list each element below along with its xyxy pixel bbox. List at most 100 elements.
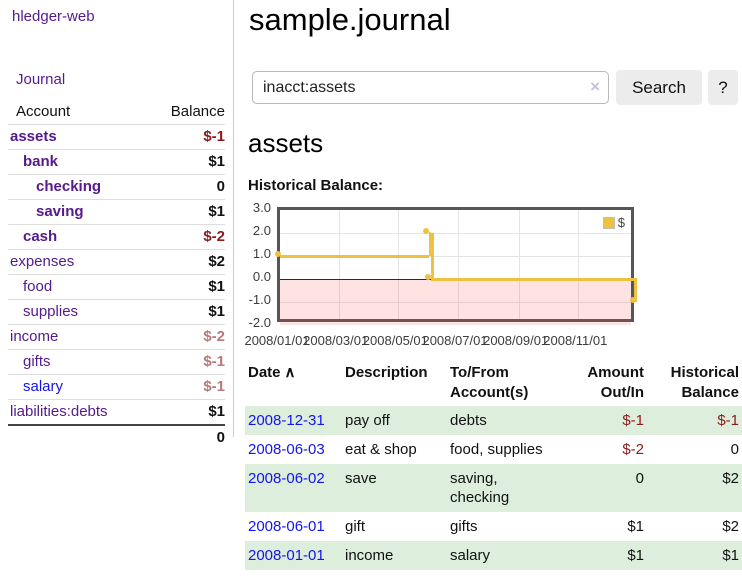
transaction-date-cell: 2008-12-31: [245, 406, 342, 435]
y-axis-tick-label: -1.0: [233, 292, 271, 307]
accounts-header-account: Account: [16, 103, 70, 121]
transaction-date-link[interactable]: 2008-06-01: [248, 518, 325, 535]
transaction-description-cell: pay off: [342, 406, 447, 435]
account-link[interactable]: expenses: [10, 253, 74, 271]
account-link[interactable]: saving: [36, 203, 84, 221]
x-axis-tick-label: 2008/01/01: [244, 333, 309, 348]
transaction-balance-cell: $2: [647, 512, 742, 541]
transaction-balance-cell: $-1: [647, 406, 742, 435]
account-balance: $-1: [203, 378, 225, 396]
gridline-horizontal: [280, 233, 631, 234]
accounts-total-row: 0: [8, 424, 225, 450]
account-balance: $1: [208, 303, 225, 321]
account-row: salary $-1: [8, 374, 225, 399]
accounts-total-value: 0: [217, 429, 225, 447]
chart-plot-area: $: [277, 207, 634, 322]
series-line-segment: [431, 233, 434, 279]
clear-search-icon[interactable]: ×: [590, 77, 600, 97]
accounts-header: Account Balance: [8, 100, 225, 124]
transaction-date-link[interactable]: 2008-06-02: [248, 470, 325, 487]
account-balance: $-1: [203, 128, 225, 146]
account-link[interactable]: cash: [23, 228, 57, 246]
account-link[interactable]: income: [10, 328, 58, 346]
transaction-date-cell: 2008-01-01: [245, 541, 342, 570]
account-balance: $-2: [203, 328, 225, 346]
series-line-segment: [280, 255, 429, 258]
register-table: Date∧DescriptionTo/FromAccount(s)AmountO…: [245, 360, 742, 570]
account-link[interactable]: gifts: [23, 353, 51, 371]
transaction-amount-cell: $-1: [559, 406, 647, 435]
chart-legend: $: [601, 214, 627, 231]
register-table-body: 2008-12-31pay offdebts$-1$-12008-06-03ea…: [245, 406, 742, 570]
transaction-description-cell: eat & shop: [342, 435, 447, 464]
transaction-date-cell: 2008-06-01: [245, 512, 342, 541]
brand-link[interactable]: hledger-web: [12, 8, 95, 25]
account-balance: $-1: [203, 353, 225, 371]
register-table-head: Date∧DescriptionTo/FromAccount(s)AmountO…: [245, 360, 742, 406]
historical-balance-chart: $ 3.02.01.00.0-1.0-2.02008/01/012008/03/…: [277, 207, 634, 322]
search-box: ×: [252, 71, 609, 104]
account-link[interactable]: liabilities:debts: [10, 403, 108, 421]
account-link[interactable]: bank: [23, 153, 58, 171]
transaction-description-cell: income: [342, 541, 447, 570]
account-balance: $1: [208, 403, 225, 421]
account-link[interactable]: salary: [23, 378, 63, 396]
column-header-description[interactable]: Description: [342, 360, 447, 406]
series-line-segment: [431, 278, 637, 281]
account-row: liabilities:debts $1: [8, 399, 225, 424]
account-link[interactable]: food: [23, 278, 52, 296]
help-button[interactable]: ?: [708, 70, 738, 105]
account-row: checking0: [8, 174, 225, 199]
account-balance: $1: [208, 203, 225, 221]
x-axis-tick-label: 2008/11/01: [543, 333, 607, 348]
account-link[interactable]: checking: [36, 178, 101, 196]
x-axis-tick-label: 2008/09/01: [483, 333, 548, 348]
account-row: food $1: [8, 274, 225, 299]
search-button[interactable]: Search: [616, 70, 702, 105]
y-axis-tick-label: -2.0: [233, 315, 271, 330]
transaction-balance-cell: 0: [647, 435, 742, 464]
sort-ascending-icon[interactable]: ∧: [285, 364, 296, 381]
negative-region-fill: [280, 279, 631, 325]
legend-label: $: [618, 215, 625, 230]
table-row: 2008-06-02savesaving, checking0$2: [245, 464, 742, 512]
account-row: saving $1: [8, 199, 225, 224]
account-row: cash$-2: [8, 224, 225, 249]
y-axis-tick-label: 0.0: [233, 269, 271, 284]
x-axis-tick-label: 2008/03/01: [303, 333, 368, 348]
transaction-accounts-cell: salary: [447, 541, 559, 570]
column-header-date[interactable]: Date∧: [245, 360, 342, 406]
x-axis-tick-label: 2008/07/01: [422, 333, 487, 348]
transaction-amount-cell: 0: [559, 464, 647, 512]
transaction-date-link[interactable]: 2008-01-01: [248, 547, 325, 564]
column-header-amount[interactable]: AmountOut/In: [559, 360, 647, 406]
legend-swatch: [603, 217, 615, 229]
transaction-date-cell: 2008-06-03: [245, 435, 342, 464]
transaction-description-cell: gift: [342, 512, 447, 541]
account-title: assets: [248, 128, 323, 159]
app-window: hledger-web Journal Account Balance asse…: [0, 0, 742, 582]
transaction-date-cell: 2008-06-02: [245, 464, 342, 512]
transaction-date-link[interactable]: 2008-06-03: [248, 441, 325, 458]
account-balance: $1: [208, 278, 225, 296]
sidebar-item-journal[interactable]: Journal: [16, 71, 65, 88]
account-link[interactable]: assets: [10, 128, 57, 146]
transaction-date-link[interactable]: 2008-12-31: [248, 412, 325, 429]
transaction-description-cell: save: [342, 464, 447, 512]
account-link[interactable]: supplies: [23, 303, 78, 321]
column-header-accounts[interactable]: To/FromAccount(s): [447, 360, 559, 406]
column-header-balance[interactable]: HistoricalBalance: [647, 360, 742, 406]
y-axis-tick-label: 3.0: [233, 200, 271, 215]
data-point-marker: [630, 297, 636, 303]
accounts-list: assets$-1bank$1checking0saving$1cash$-2e…: [8, 124, 225, 424]
sidebar-divider: [233, 0, 234, 437]
transaction-accounts-cell: food, supplies: [447, 435, 559, 464]
search-input[interactable]: [252, 71, 609, 104]
accounts-panel: Account Balance assets$-1bank$1checking0…: [8, 100, 225, 450]
account-row: assets $-1: [8, 124, 225, 149]
account-row: supplies $1: [8, 299, 225, 324]
transaction-amount-cell: $1: [559, 541, 647, 570]
transaction-balance-cell: $2: [647, 464, 742, 512]
page-title: sample.journal: [249, 2, 451, 38]
account-row: income $-2: [8, 324, 225, 349]
